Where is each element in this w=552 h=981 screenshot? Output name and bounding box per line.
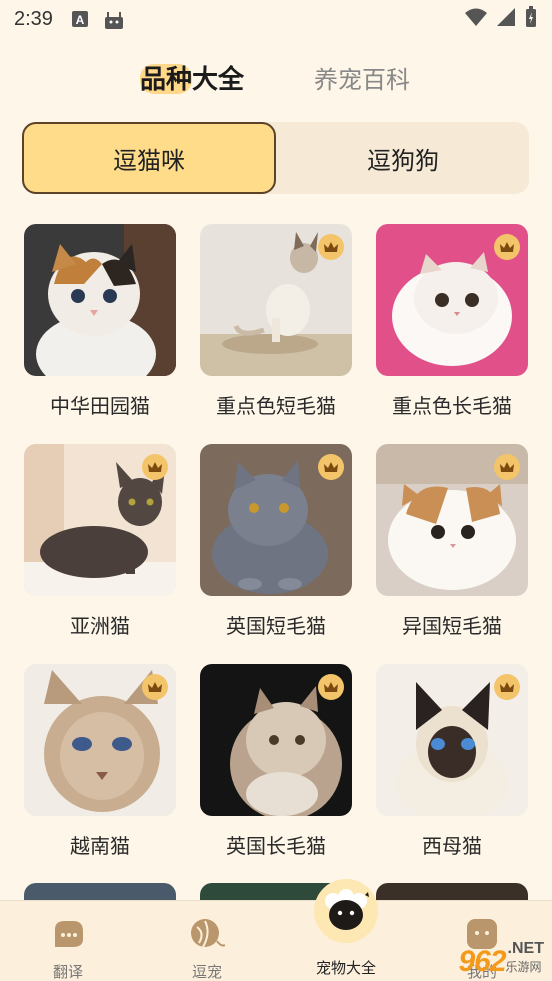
svg-text:A: A <box>76 13 85 27</box>
breed-name: 西母猫 <box>422 834 482 858</box>
vip-crown-icon <box>318 454 344 480</box>
breed-name: 重点色长毛猫 <box>392 394 512 418</box>
vip-crown-icon <box>494 674 520 700</box>
breed-name: 亚洲猫 <box>70 614 130 638</box>
watermark-logo: 962 .NET 乐游网 <box>458 940 544 979</box>
bottom-nav: 翻译 逗宠 宠物大全 我的 962 .NET 乐游网 <box>0 879 552 981</box>
watermark-suffix: .NET <box>507 940 544 957</box>
breed-photo <box>376 664 528 816</box>
nav-encyclopedia[interactable]: 宠物大全 <box>296 879 396 981</box>
breed-card[interactable]: 英国长毛猫 <box>200 664 352 859</box>
watermark-number: 962 <box>458 945 506 978</box>
breed-name: 异国短毛猫 <box>402 614 502 638</box>
watermark-sub: 乐游网 <box>505 960 542 974</box>
breed-card[interactable]: 重点色短毛猫 <box>200 224 352 419</box>
vip-crown-icon <box>318 234 344 260</box>
status-bar: 2:39 A <box>0 0 552 38</box>
breed-photo <box>376 224 528 376</box>
breed-name: 重点色短毛猫 <box>216 394 336 418</box>
breed-name: 英国短毛猫 <box>226 614 326 638</box>
breed-card[interactable]: 越南猫 <box>24 664 176 859</box>
vip-crown-icon <box>142 674 168 700</box>
breed-photo <box>376 444 528 596</box>
breed-name: 中华田园猫 <box>50 394 150 418</box>
yarn-ball-icon <box>189 917 226 955</box>
nav-play-label: 逗宠 <box>191 963 222 981</box>
vip-crown-icon <box>142 454 168 480</box>
breed-photo <box>200 444 352 596</box>
battery-icon <box>524 6 538 32</box>
breed-card[interactable]: 英国短毛猫 <box>200 444 352 639</box>
breed-name: 英国长毛猫 <box>226 834 326 858</box>
segment-dogs[interactable]: 逗狗狗 <box>276 122 530 194</box>
tab-encyclopedia-label: 养宠百科 <box>314 66 410 94</box>
breed-card[interactable]: 亚洲猫 <box>24 444 176 639</box>
segment-dogs-label: 逗狗狗 <box>367 146 439 175</box>
android-icon <box>103 10 123 29</box>
vip-crown-icon <box>494 454 520 480</box>
breed-card[interactable]: 中华田园猫 <box>24 224 176 419</box>
segment-cats[interactable]: 逗猫咪 <box>22 122 276 194</box>
sheep-face-icon <box>314 879 378 943</box>
top-tabs: 品种大全 养宠百科 <box>0 58 552 102</box>
nav-translate-label: 翻译 <box>52 963 83 981</box>
nav-translate[interactable]: 翻译 <box>18 901 118 981</box>
breed-photo <box>24 224 176 376</box>
chat-bubble-icon <box>51 917 85 955</box>
tab-encyclopedia[interactable]: 养宠百科 <box>314 58 410 102</box>
breed-photo <box>24 444 176 596</box>
breed-card[interactable]: 西母猫 <box>376 664 528 859</box>
nav-play[interactable]: 逗宠 <box>157 901 257 981</box>
tab-breeds-label: 品种大全 <box>140 65 245 95</box>
breed-photo <box>200 664 352 816</box>
signal-icon <box>496 7 516 31</box>
pet-type-segmented-control: 逗猫咪 逗狗狗 <box>22 122 529 194</box>
breed-photo <box>24 664 176 816</box>
breed-card[interactable]: 异国短毛猫 <box>376 444 528 639</box>
segment-cats-label: 逗猫咪 <box>113 146 185 175</box>
tab-breeds[interactable]: 品种大全 <box>140 58 244 102</box>
status-time: 2:39 <box>14 7 53 30</box>
breed-photo <box>200 224 352 376</box>
vip-crown-icon <box>494 234 520 260</box>
wifi-icon <box>464 7 488 31</box>
vip-crown-icon <box>318 674 344 700</box>
keyboard-a-icon: A <box>71 10 89 28</box>
breed-name: 越南猫 <box>70 834 130 858</box>
breed-card[interactable]: 重点色长毛猫 <box>376 224 528 419</box>
nav-encyclopedia-label: 宠物大全 <box>315 959 376 977</box>
